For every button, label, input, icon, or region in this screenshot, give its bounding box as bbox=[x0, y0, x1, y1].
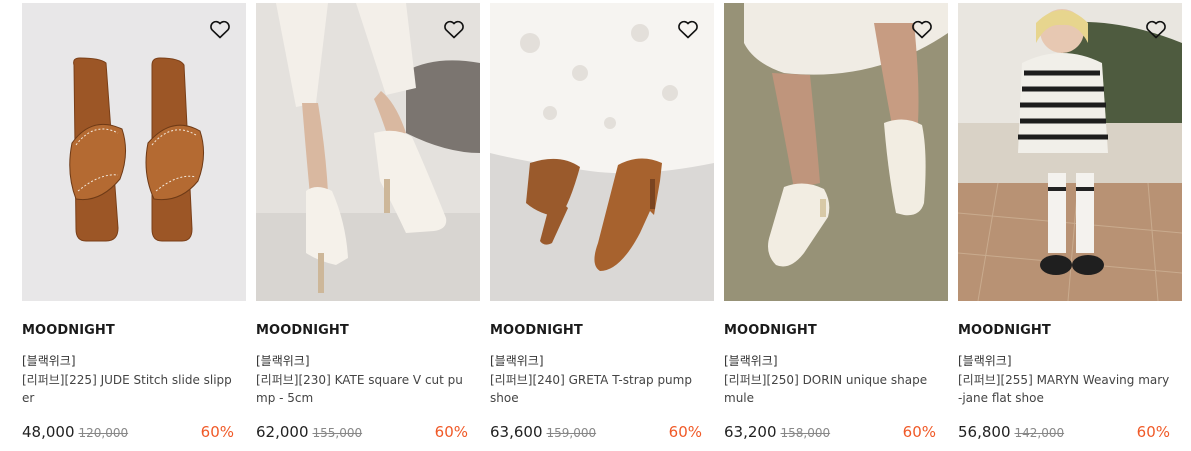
product-photo-slide-slipper[interactable] bbox=[22, 3, 246, 301]
price-row: 62,000 155,000 60% bbox=[256, 423, 468, 443]
product-brand[interactable]: MOODNIGHT bbox=[724, 323, 948, 339]
wishlist-heart-icon[interactable] bbox=[910, 17, 934, 41]
product-title[interactable]: [리퍼브][240] GRETA T-strap pump shoe bbox=[490, 371, 702, 407]
original-price: 158,000 bbox=[780, 426, 831, 440]
product-card[interactable]: MOODNIGHT [블랙위크] [리퍼브][250] DORIN unique… bbox=[724, 3, 948, 441]
original-price: 159,000 bbox=[546, 426, 597, 440]
product-card[interactable]: MOODNIGHT [블랙위크] [리퍼브][255] MARYN Weavin… bbox=[958, 3, 1182, 441]
discount-rate: 60% bbox=[1136, 423, 1170, 441]
product-card[interactable]: MOODNIGHT [블랙위크] [리퍼브][240] GRETA T-stra… bbox=[490, 3, 714, 441]
product-tag[interactable]: [블랙위크] bbox=[22, 353, 246, 369]
product-photo-t-strap-pump[interactable] bbox=[490, 3, 714, 301]
sale-price: 62,000 bbox=[256, 423, 309, 441]
product-image[interactable] bbox=[958, 3, 1182, 301]
sale-price: 56,800 bbox=[958, 423, 1011, 441]
product-photo-pump[interactable] bbox=[256, 3, 480, 301]
original-price: 155,000 bbox=[312, 426, 363, 440]
product-card[interactable]: MOODNIGHT [블랙위크] [리퍼브][230] KATE square … bbox=[256, 3, 480, 441]
product-image[interactable] bbox=[22, 3, 246, 301]
discount-rate: 60% bbox=[668, 423, 702, 441]
sale-price: 48,000 bbox=[22, 423, 75, 441]
product-tag[interactable]: [블랙위크] bbox=[958, 353, 1182, 369]
sale-price: 63,600 bbox=[490, 423, 543, 441]
product-brand[interactable]: MOODNIGHT bbox=[22, 323, 246, 339]
discount-rate: 60% bbox=[902, 423, 936, 441]
wishlist-heart-icon[interactable] bbox=[208, 17, 232, 41]
wishlist-heart-icon[interactable] bbox=[1144, 17, 1168, 41]
price-row: 56,800 142,000 60% bbox=[958, 423, 1170, 443]
product-brand[interactable]: MOODNIGHT bbox=[490, 323, 714, 339]
sale-price: 63,200 bbox=[724, 423, 777, 441]
discount-rate: 60% bbox=[200, 423, 234, 441]
product-brand[interactable]: MOODNIGHT bbox=[958, 323, 1182, 339]
product-card[interactable]: MOODNIGHT [블랙위크] [리퍼브][225] JUDE Stitch … bbox=[22, 3, 246, 441]
product-photo-mule[interactable] bbox=[724, 3, 948, 301]
price-row: 48,000 120,000 60% bbox=[22, 423, 234, 443]
product-photo-mary-jane[interactable] bbox=[958, 3, 1182, 301]
product-title[interactable]: [리퍼브][225] JUDE Stitch slide slipper bbox=[22, 371, 234, 407]
product-brand[interactable]: MOODNIGHT bbox=[256, 323, 480, 339]
product-image[interactable] bbox=[724, 3, 948, 301]
original-price: 142,000 bbox=[1014, 426, 1065, 440]
product-title[interactable]: [리퍼브][255] MARYN Weaving mary-jane flat … bbox=[958, 371, 1170, 407]
wishlist-heart-icon[interactable] bbox=[442, 17, 466, 41]
original-price: 120,000 bbox=[78, 426, 129, 440]
discount-rate: 60% bbox=[434, 423, 468, 441]
product-grid: MOODNIGHT [블랙위크] [리퍼브][225] JUDE Stitch … bbox=[0, 0, 1191, 451]
product-image[interactable] bbox=[256, 3, 480, 301]
price-row: 63,600 159,000 60% bbox=[490, 423, 702, 443]
product-tag[interactable]: [블랙위크] bbox=[490, 353, 714, 369]
product-tag[interactable]: [블랙위크] bbox=[256, 353, 480, 369]
product-image[interactable] bbox=[490, 3, 714, 301]
product-tag[interactable]: [블랙위크] bbox=[724, 353, 948, 369]
product-title[interactable]: [리퍼브][250] DORIN unique shape mule bbox=[724, 371, 936, 407]
wishlist-heart-icon[interactable] bbox=[676, 17, 700, 41]
product-title[interactable]: [리퍼브][230] KATE square V cut pump - 5cm bbox=[256, 371, 468, 407]
price-row: 63,200 158,000 60% bbox=[724, 423, 936, 443]
